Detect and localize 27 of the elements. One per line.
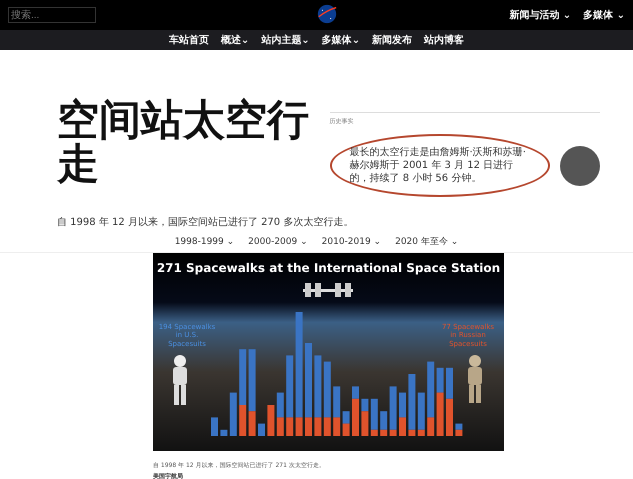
nav-link[interactable]: 车站首页 [168,33,209,47]
nav-link[interactable]: 多媒体⌄ [322,33,360,47]
filter-dropdown[interactable]: 2010-2019 ⌄ [322,235,382,248]
nav-link[interactable]: 站内博客 [424,33,464,47]
astronaut-icon [173,355,187,405]
filter-dropdown[interactable]: 2020 年至今 ⌄ [395,235,458,248]
astronaut-icon [468,355,482,403]
nav-link[interactable]: 站内主题⌄ [261,33,310,47]
menu-link[interactable]: 新闻与活动 ⌄ [509,8,572,22]
infographic-title: 271 Spacewalks at the International Space Station [156,261,502,275]
nav-link[interactable]: 概述⌄ [220,33,250,47]
chart-bar [258,424,265,436]
fact-text: 最长的太空行走是由詹姆斯·沃斯和苏珊·赫尔姆斯于 2001 年 3 月 12 日进行的，持续了 8 小时 56 分钟。 [330,134,550,197]
menu-link[interactable]: 多媒体 ⌄ [583,8,625,22]
intro-text: 自 1998 年 12 月以来，国际空间站已进行了 270 多次太空行走。 [57,216,354,229]
chart-bar [220,430,228,436]
page-title: 空间站太空行走 [57,98,310,190]
chart-bar [230,392,237,436]
logo-icon[interactable] [316,3,338,25]
space-station-icon [303,283,353,297]
chart-bar [211,417,218,436]
filter-dropdown[interactable]: 1998-1999 ⌄ [174,235,234,248]
nav-link[interactable]: 新闻发布 [372,33,412,47]
chart-bar [267,405,274,436]
photo-placeholder [560,146,600,186]
filter-dropdown[interactable]: 2000-2009 ⌄ [248,235,308,248]
search-field[interactable]: 搜索... [8,7,96,23]
